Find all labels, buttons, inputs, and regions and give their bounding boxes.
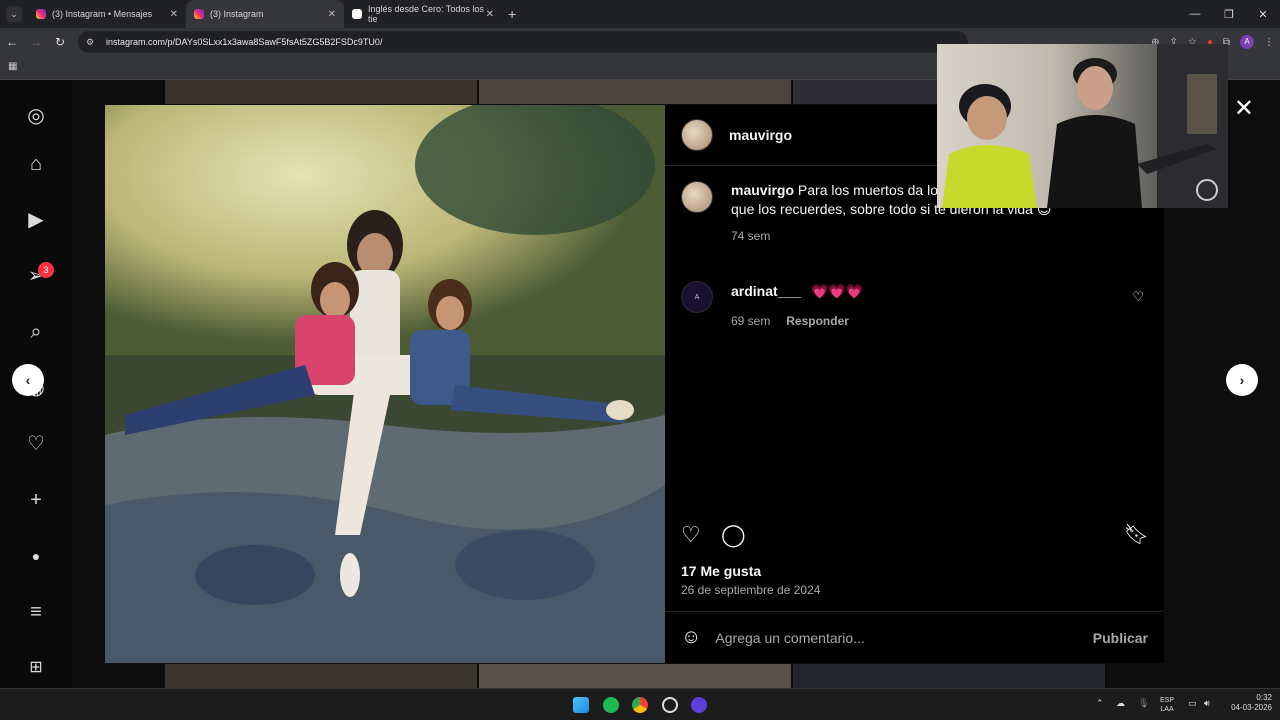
publish-button[interactable]: Publicar [1093,630,1148,646]
emoji-icon[interactable]: ☺ [681,626,701,649]
create-icon[interactable]: + [24,488,48,512]
forward-icon[interactable]: → [24,35,48,49]
post-photo [105,105,665,663]
search-icon[interactable]: ⌕ [24,320,48,344]
close-window-icon[interactable]: ✕ [1246,8,1280,21]
tab-title: (3) Instagram [210,9,264,19]
chrome-icon[interactable] [632,697,648,713]
close-modal-icon[interactable]: ✕ [1234,94,1254,123]
reels-icon[interactable]: ▶ [24,208,48,232]
post-date: 26 de septiembre de 2024 [681,583,821,597]
profile-avatar[interactable]: A [1240,35,1254,49]
close-tab-icon[interactable]: ✕ [170,9,178,20]
next-post-button[interactable]: › [1226,364,1258,396]
volume-icon[interactable]: 🔊︎ [1204,698,1210,709]
instagram-logo-icon[interactable]: ◎ [24,104,48,128]
save-bookmark-icon[interactable]: 🔖︎ [1124,523,1149,547]
webcam-drawing [942,44,1228,208]
url-field[interactable]: ⚙ instagram.com/p/DAYs0SLxx1x3awa8SawF5f… [78,31,968,53]
minimize-icon[interactable]: — [1178,8,1212,20]
spotify-icon[interactable] [603,697,619,713]
site-info-icon[interactable]: ⚙ [86,37,102,48]
comment-like-icon[interactable]: ♡ [1132,289,1144,305]
reload-icon[interactable]: ↻ [48,35,72,49]
clock-time: 0:32 [1256,693,1272,702]
instagram-favicon-icon [194,9,204,19]
tab-instagram-messages[interactable]: (3) Instagram • Mensajes ✕ [28,0,186,28]
browser-tab-bar: ⌄ (3) Instagram • Mensajes ✕ (3) Instagr… [0,0,1280,28]
caption-text: Para los muertos da lo [797,182,938,198]
tab-instagram[interactable]: (3) Instagram ✕ [186,0,344,28]
post-actions: ♡ ◯ 🔖︎ [681,523,1149,553]
tab-ingles-desde-cero[interactable]: Inglés desde Cero: Todos los tie ✕ [344,0,502,28]
tab-title: Inglés desde Cero: Todos los tie [368,4,484,24]
comment-text: 💗💗💗 [810,283,864,299]
tab-title: (3) Instagram • Mensajes [52,9,153,19]
windows-start-icon[interactable] [573,697,589,713]
lang-bottom: LAA [1160,706,1174,713]
webcam-overlay [937,44,1228,208]
tray-chevron-icon[interactable]: ⌃ [1096,698,1104,709]
post-author[interactable]: mauvirgo [729,127,792,143]
apps-grid-icon[interactable]: ▦ [8,61,17,72]
author-avatar[interactable] [681,119,713,151]
background-grid-tile [165,664,477,688]
lang-top: ESP [1160,697,1175,704]
menu-icon[interactable]: ≡ [24,600,48,624]
more-apps-icon[interactable]: ⊞ [24,656,48,680]
previous-post-button[interactable]: ‹ [12,364,44,396]
comment-time: 69 sem [731,314,771,328]
background-grid-tile [479,664,791,688]
app-icon[interactable] [691,697,707,713]
url-text: instagram.com/p/DAYs0SLxx1x3awa8SawF5fsA… [106,37,383,47]
caption-avatar[interactable] [681,181,713,213]
tab-list-button[interactable]: ⌄ [6,6,22,22]
obs-icon[interactable] [662,697,678,713]
windows-taskbar: ⌃ ☁ 🎙︎ ESP LAA ▭ 🔊︎ 0:32 04-03-2026 [0,688,1280,720]
back-icon[interactable]: ← [0,35,24,49]
comment-meta: 69 sem Responder [731,312,863,328]
clock[interactable]: 0:32 04-03-2026 [1231,693,1272,713]
likes-count[interactable]: 17 Me gusta [681,563,761,579]
restore-icon[interactable]: ❐ [1212,8,1246,21]
site-favicon-icon [352,9,362,19]
comment: ardinat___ 💗💗💗 69 sem Responder [731,283,863,328]
mic-icon[interactable]: 🎙︎ [1138,698,1149,709]
background-grid-tile [165,80,477,104]
instagram-favicon-icon [36,9,46,19]
profile-avatar[interactable]: ● [24,544,48,568]
heart-icon[interactable]: ♡ [24,432,48,456]
background-grid-tile [793,80,937,104]
background-grid-tile [793,664,1105,688]
new-tab-button[interactable]: + [508,6,516,22]
post-photo-drawing [105,105,665,663]
close-tab-icon[interactable]: ✕ [486,9,494,20]
commenter-avatar[interactable]: A [681,281,713,313]
comment-username[interactable]: ardinat___ [731,283,801,299]
menu-dots-icon[interactable]: ⋮ [1264,37,1274,48]
notification-badge: 3 [38,262,54,278]
home-icon[interactable]: ⌂ [24,152,48,176]
background-grid-tile [479,80,791,104]
reply-button[interactable]: Responder [786,314,849,328]
comment-icon[interactable]: ◯ [721,523,746,547]
clock-date: 04-03-2026 [1231,703,1272,712]
onedrive-icon[interactable]: ☁ [1116,698,1125,709]
caption-username[interactable]: mauvirgo [731,182,794,198]
language-indicator[interactable]: ESP LAA [1160,696,1174,714]
add-comment-bar: ☺ Agrega un comentario... Publicar [665,611,1164,663]
like-icon[interactable]: ♡ [681,523,701,547]
network-icon[interactable]: ▭ [1188,698,1197,709]
caption-time: 74 sem [731,229,771,243]
window-controls: — ❐ ✕ [1178,0,1280,28]
close-tab-icon[interactable]: ✕ [328,9,336,20]
comment-input[interactable]: Agrega un comentario... [715,630,1092,646]
